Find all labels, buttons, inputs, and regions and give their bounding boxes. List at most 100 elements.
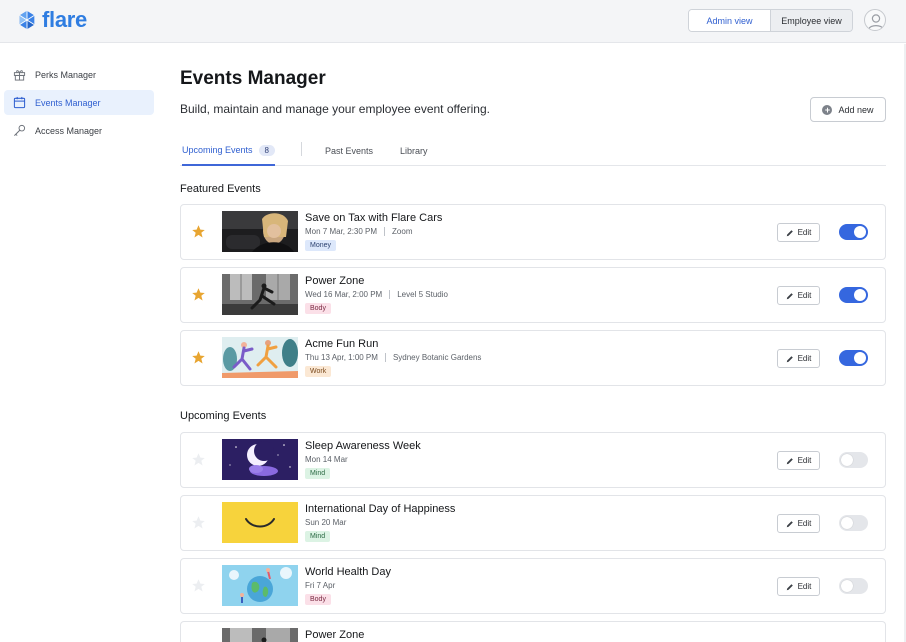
- event-date: Fri 7 Apr: [305, 581, 336, 590]
- sidebar-item-label: Perks Manager: [35, 69, 97, 80]
- event-title: Save on Tax with Flare Cars: [305, 212, 443, 224]
- tab-library[interactable]: Library: [400, 136, 428, 166]
- event-title: International Day of Happiness: [305, 503, 456, 515]
- event-title: Sleep Awareness Week: [305, 440, 421, 452]
- pencil-icon: [786, 292, 793, 299]
- toggle-knob: [841, 580, 853, 592]
- edit-label: Edit: [797, 291, 812, 300]
- sidebar-item-events-manager[interactable]: Events Manager: [4, 90, 154, 115]
- edit-label: Edit: [797, 519, 812, 528]
- event-title: Power Zone: [305, 629, 365, 641]
- tab-label: Past Events: [325, 146, 374, 156]
- event-thumbnail: [222, 565, 298, 606]
- toggle-knob: [854, 352, 866, 364]
- event-enabled-toggle[interactable]: [839, 515, 868, 531]
- sidebar-item-perks-manager[interactable]: Perks Manager: [4, 62, 154, 87]
- event-location: Zoom: [392, 227, 413, 236]
- star-icon[interactable]: [191, 578, 206, 593]
- event-meta: Fri 7 Apr: [305, 581, 335, 590]
- sidebar: Perks Manager Events Manager Access Mana…: [0, 44, 160, 642]
- event-title: World Health Day: [305, 566, 391, 578]
- tab-upcoming-events[interactable]: Upcoming Events 8: [182, 136, 275, 166]
- event-card[interactable]: Sleep Awareness Week Mon 14 Mar Mind Edi…: [180, 432, 886, 488]
- event-card[interactable]: Power Zone: [180, 621, 886, 642]
- logo-text: flare: [42, 7, 87, 32]
- event-date: Sun 20 Mar: [305, 518, 347, 527]
- event-date: Wed 16 Mar, 2:00 PM: [305, 290, 383, 299]
- tab-past-events[interactable]: Past Events: [325, 136, 373, 166]
- event-card[interactable]: World Health Day Fri 7 Apr Body Edit: [180, 558, 886, 614]
- edit-button[interactable]: Edit: [777, 451, 820, 470]
- category-badge: Body: [305, 594, 331, 605]
- event-thumbnail: [222, 274, 298, 315]
- event-thumbnail: [222, 502, 298, 543]
- event-date: Mon 14 Mar: [305, 455, 348, 464]
- event-enabled-toggle[interactable]: [839, 287, 868, 303]
- category-badge: Mind: [305, 531, 331, 542]
- edit-button[interactable]: Edit: [777, 223, 820, 242]
- edit-button[interactable]: Edit: [777, 349, 820, 368]
- event-enabled-toggle[interactable]: [839, 452, 868, 468]
- star-icon[interactable]: [191, 224, 206, 239]
- event-meta: Sun 20 Mar: [305, 518, 346, 527]
- star-icon[interactable]: [191, 515, 206, 530]
- event-enabled-toggle[interactable]: [839, 350, 868, 366]
- key-icon: [12, 124, 26, 138]
- category-badge: Mind: [305, 468, 331, 479]
- view-switch: Admin view Employee view: [688, 9, 853, 32]
- edit-label: Edit: [797, 354, 812, 363]
- add-new-button[interactable]: + Add new: [810, 97, 886, 122]
- flare-logo[interactable]: flare: [16, 8, 87, 32]
- event-date: Thu 13 Apr, 1:00 PM: [305, 353, 378, 362]
- star-icon[interactable]: [191, 350, 206, 365]
- event-enabled-toggle[interactable]: [839, 578, 868, 594]
- page-title: Events Manager: [180, 68, 326, 89]
- event-card[interactable]: Save on Tax with Flare Cars Mon 7 Mar, 2…: [180, 204, 886, 260]
- meta-separator: [389, 290, 391, 299]
- edit-label: Edit: [797, 456, 812, 465]
- event-card[interactable]: International Day of Happiness Sun 20 Ma…: [180, 495, 886, 551]
- employee-view-button[interactable]: Employee view: [770, 10, 852, 31]
- admin-view-button[interactable]: Admin view: [689, 10, 770, 31]
- star-icon[interactable]: [191, 287, 206, 302]
- sidebar-item-access-manager[interactable]: Access Manager: [4, 118, 154, 143]
- toggle-knob: [841, 517, 853, 529]
- pencil-icon: [786, 583, 793, 590]
- event-date: Mon 7 Mar, 2:30 PM: [305, 227, 378, 236]
- edit-label: Edit: [797, 228, 812, 237]
- edit-button[interactable]: Edit: [777, 286, 820, 305]
- event-location: Level 5 Studio: [397, 290, 448, 299]
- plus-icon: +: [822, 104, 833, 115]
- tab-separator: [301, 142, 302, 156]
- event-title: Acme Fun Run: [305, 338, 379, 350]
- edit-label: Edit: [797, 582, 812, 591]
- event-title: Power Zone: [305, 275, 365, 287]
- event-thumbnail: [222, 337, 298, 378]
- sidebar-item-label: Access Manager: [35, 125, 103, 136]
- event-thumbnail: [222, 439, 298, 480]
- add-new-label: Add new: [838, 104, 874, 115]
- category-badge: Work: [305, 366, 332, 377]
- calendar-icon: [12, 96, 26, 110]
- pencil-icon: [786, 457, 793, 464]
- event-meta: Thu 13 Apr, 1:00 PM Sydney Botanic Garde…: [305, 353, 481, 362]
- edit-button[interactable]: Edit: [777, 577, 820, 596]
- featured-events-heading: Featured Events: [180, 183, 261, 195]
- tab-count-badge: 8: [258, 144, 275, 156]
- star-icon[interactable]: [191, 452, 206, 467]
- gift-icon: [12, 68, 26, 82]
- event-enabled-toggle[interactable]: [839, 224, 868, 240]
- tab-label: Library: [400, 146, 428, 156]
- event-card[interactable]: Power Zone Wed 16 Mar, 2:00 PM Level 5 S…: [180, 267, 886, 323]
- toggle-knob: [854, 226, 866, 238]
- meta-separator: [384, 353, 386, 362]
- edit-button[interactable]: Edit: [777, 514, 820, 533]
- pencil-icon: [786, 520, 793, 527]
- category-badge: Money: [305, 240, 337, 251]
- user-avatar-icon[interactable]: [864, 9, 886, 31]
- top-bar: flare Admin view Employee view: [0, 0, 906, 43]
- event-thumbnail: [222, 211, 298, 252]
- pencil-icon: [786, 229, 793, 236]
- event-card[interactable]: Acme Fun Run Thu 13 Apr, 1:00 PM Sydney …: [180, 330, 886, 386]
- flare-logo-icon: [19, 10, 35, 30]
